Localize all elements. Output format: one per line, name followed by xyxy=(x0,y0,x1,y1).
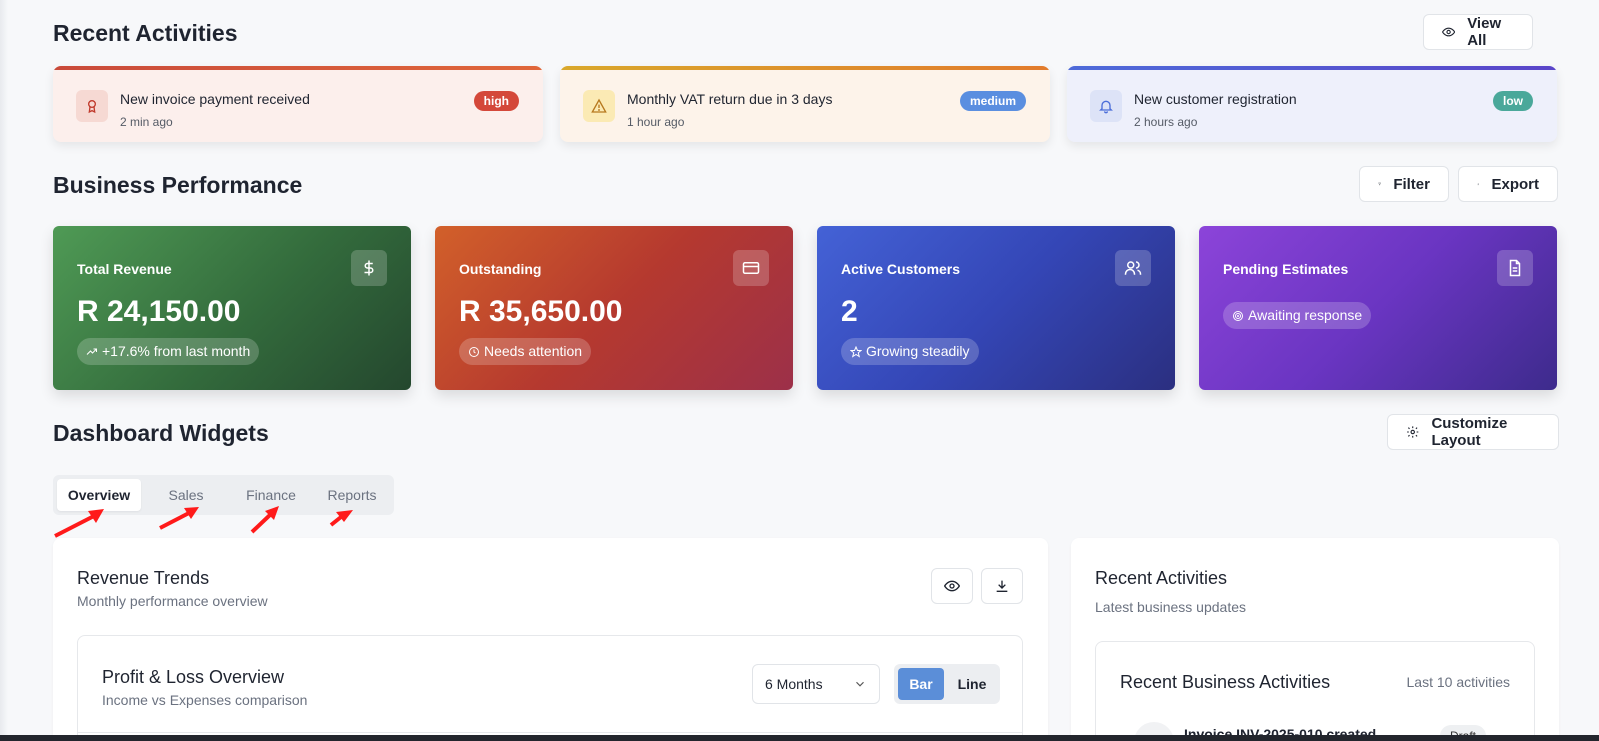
annotation-arrow xyxy=(159,507,199,530)
left-edge xyxy=(0,0,8,741)
kpi-label: Total Revenue xyxy=(77,261,172,277)
priority-badge: low xyxy=(1493,91,1533,111)
card-accent xyxy=(560,66,1050,70)
users-icon xyxy=(1115,250,1151,286)
panel-title: Revenue Trends xyxy=(77,568,210,588)
profit-loss-card: Profit & Loss Overview Income vs Expense… xyxy=(77,635,1023,741)
view-chart-button[interactable] xyxy=(931,568,973,604)
panel-subtitle: Latest business updates xyxy=(1095,599,1246,615)
card-title: Recent Business Activities xyxy=(1120,672,1331,692)
eye-icon xyxy=(1442,27,1456,37)
priority-badge: high xyxy=(473,91,519,111)
annotation-arrow xyxy=(54,509,104,538)
activity-time: 2 min ago xyxy=(120,115,173,129)
dollar-icon xyxy=(351,250,387,286)
range-select[interactable]: 6 Months xyxy=(752,664,880,704)
kpi-label: Outstanding xyxy=(459,261,542,277)
dashboard-widgets-title: Dashboard Widgets xyxy=(53,420,269,446)
kpi-status-pill: Needs attention xyxy=(459,338,592,365)
annotation-arrow xyxy=(329,510,353,527)
download-icon xyxy=(1477,183,1480,185)
customize-layout-label: Customize Layout xyxy=(1431,415,1508,449)
download-icon xyxy=(996,580,1008,592)
customize-layout-button[interactable]: Customize Layout xyxy=(1387,414,1559,450)
activity-time: 1 hour ago xyxy=(627,115,685,129)
chart-type-toggle: Bar Line xyxy=(894,664,1000,704)
gear-icon xyxy=(1407,426,1419,438)
profit-loss-subtitle: Income vs Expenses comparison xyxy=(102,692,308,708)
annotation-arrow xyxy=(250,506,279,534)
kpi-status-pill: Awaiting response xyxy=(1223,302,1372,329)
recent-activities-panel: Recent Activities Latest business update… xyxy=(1071,538,1559,741)
bottom-bar xyxy=(0,735,1599,741)
kpi-total-revenue[interactable]: Total Revenue R 24,150.00 +17.6% from la… xyxy=(53,226,411,390)
kpi-label: Pending Estimates xyxy=(1223,261,1349,277)
view-all-label: View All xyxy=(1467,15,1502,49)
activity-title: New invoice payment received xyxy=(120,91,310,107)
profit-loss-title: Profit & Loss Overview xyxy=(102,667,285,687)
recent-activities-title: Recent Activities xyxy=(53,20,238,46)
download-chart-button[interactable] xyxy=(981,568,1023,604)
activity-time: 2 hours ago xyxy=(1134,115,1198,129)
activity-title: Monthly VAT return due in 3 days xyxy=(627,91,833,107)
bell-icon xyxy=(1090,90,1122,122)
card-meta: Last 10 activities xyxy=(1406,674,1511,690)
kpi-value: R 35,650.00 xyxy=(459,295,623,328)
credit-card-icon xyxy=(733,250,769,286)
kpi-pending-estimates[interactable]: Pending Estimates Awaiting response xyxy=(1199,226,1557,390)
kpi-label: Active Customers xyxy=(841,261,961,277)
kpi-pill-text: Needs attention xyxy=(484,343,583,359)
warning-icon xyxy=(583,90,615,122)
activity-title: New customer registration xyxy=(1134,91,1297,107)
card-accent xyxy=(53,66,543,70)
toggle-bar[interactable]: Bar xyxy=(898,668,944,700)
recent-business-activities-card: Recent Business Activities Last 10 activ… xyxy=(1095,641,1535,741)
kpi-trend-pill: +17.6% from last month xyxy=(77,338,260,365)
card-accent xyxy=(1067,66,1557,70)
revenue-trends-panel: Revenue Trends Monthly performance overv… xyxy=(53,538,1048,741)
toggle-line[interactable]: Line xyxy=(948,668,996,700)
kpi-status-pill: Growing steadily xyxy=(841,338,979,365)
chevron-down-icon xyxy=(856,681,864,687)
activity-card[interactable]: New customer registration 2 hours ago lo… xyxy=(1067,66,1557,142)
star-icon xyxy=(850,345,862,358)
activity-card[interactable]: New invoice payment received 2 min ago h… xyxy=(53,66,543,142)
target-icon xyxy=(1233,310,1243,321)
filter-label: Filter xyxy=(1393,175,1430,193)
kpi-pill-text: Growing steadily xyxy=(866,343,970,359)
kpi-outstanding[interactable]: Outstanding R 35,650.00 Needs attention xyxy=(435,226,793,390)
document-icon xyxy=(1497,250,1533,286)
export-button[interactable]: Export xyxy=(1458,166,1558,202)
panel-subtitle: Monthly performance overview xyxy=(77,593,268,609)
filter-icon xyxy=(1378,182,1382,186)
panel-title: Recent Activities xyxy=(1095,568,1228,588)
kpi-value: R 24,150.00 xyxy=(77,295,241,328)
trending-up-icon xyxy=(86,348,97,355)
kpi-active-customers[interactable]: Active Customers 2 Growing steadily xyxy=(817,226,1175,390)
filter-button[interactable]: Filter xyxy=(1359,166,1449,202)
view-all-button[interactable]: View All xyxy=(1423,14,1533,50)
clock-icon xyxy=(469,346,479,357)
award-icon xyxy=(76,90,108,122)
range-select-value: 6 Months xyxy=(765,676,823,692)
business-performance-title: Business Performance xyxy=(53,172,303,198)
divider xyxy=(78,732,1022,733)
activity-card[interactable]: Monthly VAT return due in 3 days 1 hour … xyxy=(560,66,1050,142)
export-label: Export xyxy=(1491,175,1539,193)
kpi-pill-text: Awaiting response xyxy=(1248,307,1363,323)
kpi-value: 2 xyxy=(841,295,858,328)
kpi-pill-text: +17.6% from last month xyxy=(102,343,251,359)
priority-badge: medium xyxy=(959,91,1026,111)
eye-icon xyxy=(944,580,960,592)
